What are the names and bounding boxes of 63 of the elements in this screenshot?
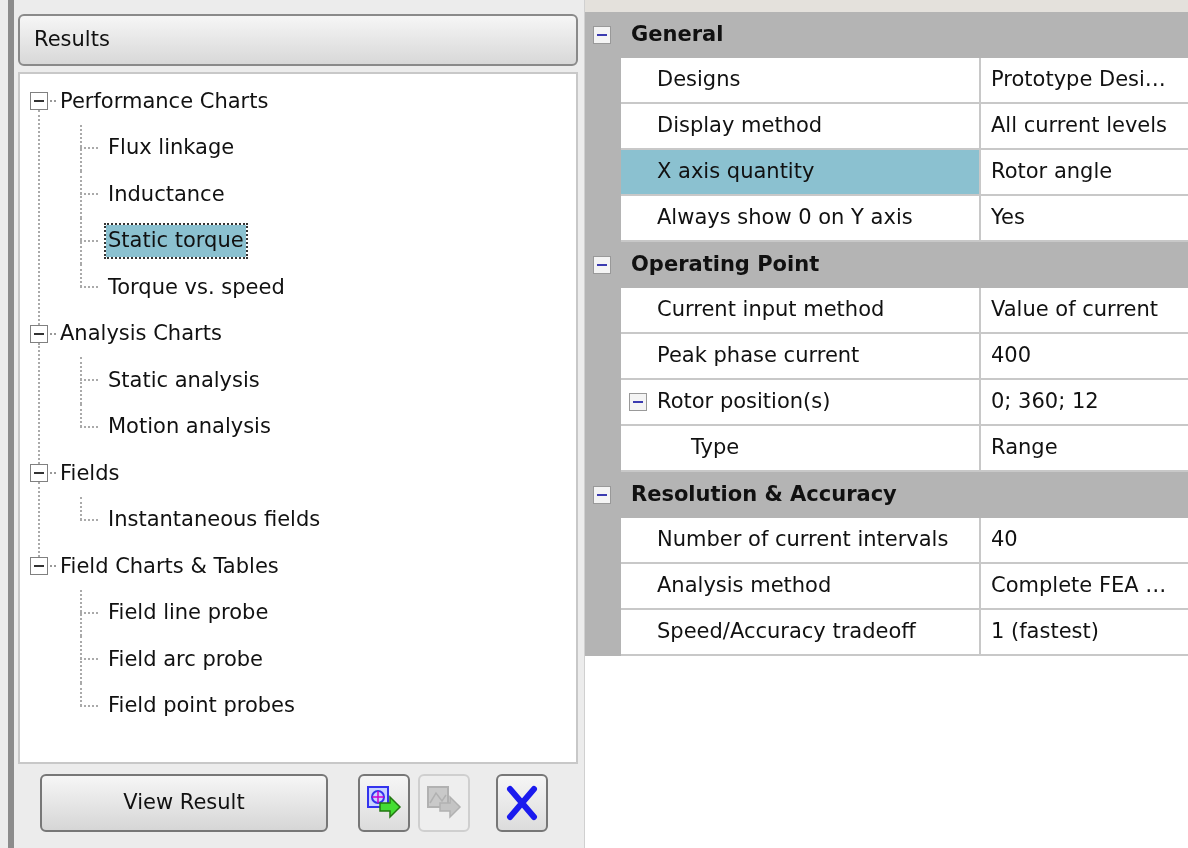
view-result-button[interactable]: View Result <box>40 774 328 832</box>
tree-item[interactable]: Analysis Charts <box>60 318 222 350</box>
collapse-icon[interactable] <box>30 557 48 576</box>
property-label-cell[interactable]: Analysis method <box>621 564 981 610</box>
tree-item[interactable]: Fields <box>60 457 120 489</box>
property-label-cell[interactable]: Display method <box>621 104 981 150</box>
property-value[interactable]: Rotor angle <box>981 150 1188 196</box>
property-value[interactable]: Value of current <box>981 288 1188 334</box>
panel-header[interactable]: Results <box>18 14 578 66</box>
property-value[interactable]: 400 <box>981 334 1188 380</box>
property-value[interactable]: 1 (fastest) <box>981 610 1188 656</box>
tree-item[interactable]: Field line probe <box>106 597 271 629</box>
tree-item[interactable]: Performance Charts <box>60 85 269 117</box>
tree-item[interactable]: Static torque <box>106 225 246 257</box>
property-label: X axis quantity <box>657 158 815 186</box>
tree-item[interactable]: Field Charts & Tables <box>60 550 279 582</box>
collapse-icon[interactable] <box>30 324 48 343</box>
property-label-cell[interactable]: Designs <box>621 58 981 104</box>
property-value[interactable]: Yes <box>981 196 1188 242</box>
group-title: Resolution & Accuracy <box>631 481 897 509</box>
property-label-cell[interactable]: X axis quantity <box>621 150 981 196</box>
property-label-cell[interactable]: Number of current intervals <box>621 518 981 564</box>
tree-item[interactable]: Inductance <box>106 178 227 210</box>
property-value[interactable]: Prototype Desi… <box>981 58 1188 104</box>
group-title: General <box>631 21 724 49</box>
property-label: Display method <box>657 112 823 140</box>
tree-item[interactable]: Torque vs. speed <box>106 271 287 303</box>
property-label: Number of current intervals <box>657 526 949 554</box>
property-label-cell[interactable]: Type <box>621 426 981 472</box>
tree-item[interactable]: Static analysis <box>106 364 262 396</box>
collapse-icon[interactable] <box>629 393 647 411</box>
property-label: Rotor position(s) <box>657 388 831 416</box>
property-value[interactable]: 0; 360; 12 <box>981 380 1188 426</box>
group-title: Operating Point <box>631 251 820 279</box>
property-label-cell[interactable]: Peak phase current <box>621 334 981 380</box>
property-label: Peak phase current <box>657 342 860 370</box>
tree-item[interactable]: Motion analysis <box>106 411 273 443</box>
property-label: Speed/Accuracy tradeoff <box>657 618 916 646</box>
collapse-icon[interactable] <box>30 464 48 483</box>
collapse-icon[interactable] <box>593 26 611 44</box>
close-icon <box>506 785 538 821</box>
property-value[interactable]: All current levels <box>981 104 1188 150</box>
property-value[interactable]: Complete FEA … <box>981 564 1188 610</box>
property-label: Always show 0 on Y axis <box>657 204 913 232</box>
property-label-cell[interactable]: Always show 0 on Y axis <box>621 196 981 242</box>
collapse-icon[interactable] <box>30 92 48 111</box>
property-label: Analysis method <box>657 572 832 600</box>
collapse-icon[interactable] <box>593 256 611 274</box>
property-label: Designs <box>657 66 741 94</box>
tree-item[interactable]: Instantaneous fields <box>106 504 323 536</box>
tree-item[interactable]: Field point probes <box>106 690 297 722</box>
property-label: Type <box>691 434 740 462</box>
property-label-cell[interactable]: Current input method <box>621 288 981 334</box>
property-value[interactable]: Range <box>981 426 1188 472</box>
property-label-cell[interactable]: Rotor position(s) <box>621 380 981 426</box>
delete-button[interactable] <box>496 774 548 832</box>
tree-item[interactable]: Flux linkage <box>106 132 237 164</box>
collapse-icon[interactable] <box>593 486 611 504</box>
add-button[interactable] <box>358 774 410 832</box>
tree-item[interactable]: Field arc probe <box>106 643 265 675</box>
property-label: Current input method <box>657 296 885 324</box>
property-value[interactable]: 40 <box>981 518 1188 564</box>
property-label-cell[interactable]: Speed/Accuracy tradeoff <box>621 610 981 656</box>
